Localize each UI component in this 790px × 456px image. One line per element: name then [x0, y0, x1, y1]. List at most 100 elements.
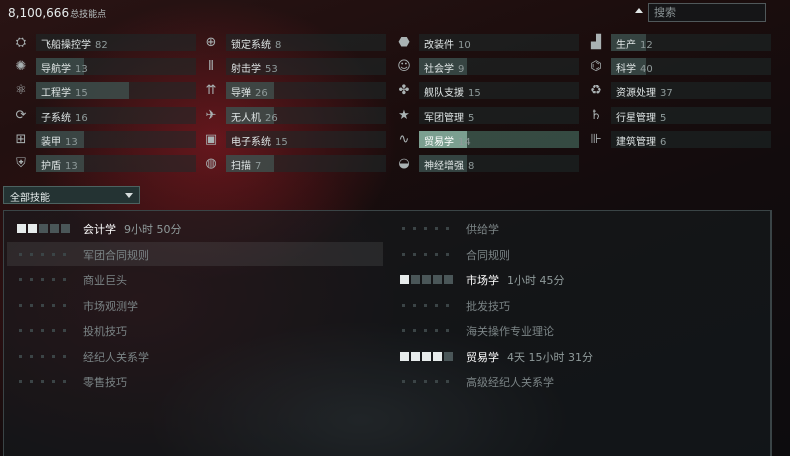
skill-level-pip: [30, 329, 33, 332]
skill-category[interactable]: ⛭ 飞船操控学 82: [10, 33, 196, 51]
subsystems-icon: ⟳: [15, 107, 27, 123]
skill-level-pip: [433, 275, 442, 284]
skill-category[interactable]: ⛨ 护盾 13: [10, 154, 196, 172]
category-progress-bar: 生产 12: [611, 34, 771, 51]
category-progress-bar: 导航学 13: [36, 58, 196, 75]
category-name: 建筑管理: [616, 137, 656, 148]
skill-level-pip: [435, 329, 438, 332]
skill-filter-dropdown[interactable]: 全部技能: [3, 186, 140, 204]
category-skill-count: 10: [458, 40, 471, 51]
skill-level-pip: [39, 224, 48, 233]
skill-level-pip: [413, 304, 416, 307]
skill-category[interactable]: ◒ 神经增强 8: [393, 154, 579, 172]
skill-level-pip: [50, 224, 59, 233]
skill-category[interactable]: ⚛ 工程学 15: [10, 81, 196, 99]
skill-category[interactable]: ⊞ 装甲 13: [10, 130, 196, 148]
skill-level-pip: [435, 227, 438, 230]
skill-row[interactable]: 高级经纪人关系学: [390, 369, 766, 393]
category-name: 子系统: [41, 113, 71, 124]
skill-row[interactable]: 投机技巧: [7, 318, 383, 342]
skill-row[interactable]: 供给学: [390, 216, 766, 240]
skill-row[interactable]: 海关操作专业理论: [390, 318, 766, 342]
skill-level-pip: [446, 380, 449, 383]
skill-level-pip: [52, 253, 55, 256]
search-input[interactable]: [648, 3, 766, 22]
shields-icon: ⛨: [16, 155, 26, 171]
category-progress-bar: 飞船操控学 82: [36, 34, 196, 51]
category-skill-count: 7: [255, 161, 262, 172]
skill-row[interactable]: 市场观测学: [7, 293, 383, 317]
skill-list-scrollbar[interactable]: [771, 210, 772, 456]
skill-category[interactable]: ⊕ 锁定系统 8: [200, 33, 386, 51]
category-name: 电子系统: [231, 137, 271, 148]
skill-category[interactable]: ▣ 电子系统 15: [200, 130, 386, 148]
skill-category[interactable]: ✤ 舰队支援 15: [393, 81, 579, 99]
skill-category[interactable]: ✺ 导航学 13: [10, 57, 196, 75]
skill-level-indicator: [17, 301, 77, 311]
skill-name: 会计学: [83, 223, 116, 236]
skill-level-pip: [446, 304, 449, 307]
skill-level-indicator: [400, 250, 460, 260]
category-skill-count: 37: [660, 88, 673, 99]
skill-row[interactable]: 经纪人关系学: [7, 344, 383, 368]
category-progress-bar: 装甲 13: [36, 131, 196, 148]
scanning-icon: ◍: [205, 155, 217, 171]
skill-level-pip: [63, 355, 66, 358]
skill-row[interactable]: 批发技巧: [390, 293, 766, 317]
skill-level-pip: [19, 278, 22, 281]
category-name: 导弹: [231, 88, 251, 99]
skill-row[interactable]: 商业巨头: [7, 267, 383, 291]
skill-category[interactable]: ⫴ 射击学 53: [200, 57, 386, 75]
skill-level-indicator: [17, 326, 77, 336]
category-name: 扫描: [231, 161, 251, 172]
skill-category[interactable]: ♄ 行星管理 5: [585, 106, 771, 124]
skill-row[interactable]: 合同规则: [390, 242, 766, 266]
skill-category[interactable]: ⬣ 改装件 10: [393, 33, 579, 51]
skill-level-pip: [30, 304, 33, 307]
category-progress-bar: 军团管理 5: [419, 107, 579, 124]
collapse-up-icon[interactable]: [634, 6, 644, 16]
skill-row[interactable]: 会计学 9小时 50分: [7, 216, 383, 240]
category-skill-count: 8: [275, 40, 282, 51]
skill-row[interactable]: 贸易学 4天 15小时 31分: [390, 344, 766, 368]
skill-level-pip: [422, 352, 431, 361]
skill-category[interactable]: ♻ 资源处理 37: [585, 81, 771, 99]
navigation-icon: ✺: [15, 58, 27, 74]
skill-category[interactable]: ⇈ 导弹 26: [200, 81, 386, 99]
skill-row[interactable]: 军团合同规则: [7, 242, 383, 266]
skill-category[interactable]: ▟ 生产 12: [585, 33, 771, 51]
skill-level-indicator: [17, 224, 77, 234]
skill-level-pip: [19, 355, 22, 358]
category-name: 社会学: [424, 64, 454, 75]
skill-category[interactable]: ☺ 社会学 9: [393, 57, 579, 75]
skill-level-pip: [63, 304, 66, 307]
category-progress-bar: 扫描 7: [226, 155, 386, 172]
skill-level-indicator: [400, 224, 460, 234]
skill-level-pip: [446, 227, 449, 230]
skill-name: 投机技巧: [83, 325, 127, 338]
skill-category[interactable]: ✈ 无人机 26: [200, 106, 386, 124]
neural-enhancement-icon: ◒: [398, 155, 410, 171]
total-skill-points-label: 总技能点: [70, 10, 107, 20]
skill-level-pip: [52, 380, 55, 383]
category-name: 神经增强: [424, 161, 464, 172]
category-progress-bar: 行星管理 5: [611, 107, 771, 124]
skill-category[interactable]: ◍ 扫描 7: [200, 154, 386, 172]
skill-level-pip: [17, 224, 26, 233]
skill-level-pip: [41, 329, 44, 332]
skill-row[interactable]: 零售技巧: [7, 369, 383, 393]
category-name: 装甲: [41, 137, 61, 148]
skill-level-indicator: [17, 352, 77, 362]
skill-category[interactable]: ⟳ 子系统 16: [10, 106, 196, 124]
category-name: 军团管理: [424, 113, 464, 124]
skill-list-panel: 会计学 9小时 50分 供给学 军团合同规则 合同规则 商业巨头 市场学 1小时 45分 市场观…: [3, 210, 771, 456]
chevron-down-icon: [125, 193, 133, 198]
skill-category[interactable]: ★ 军团管理 5: [393, 106, 579, 124]
category-name: 生产: [616, 40, 636, 51]
skill-category[interactable]: ⊪ 建筑管理 6: [585, 130, 771, 148]
skill-category[interactable]: ⌬ 科学 40: [585, 57, 771, 75]
skill-level-pip: [402, 227, 405, 230]
skill-category[interactable]: ∿ 贸易学 14: [393, 130, 579, 148]
skill-level-pip: [446, 253, 449, 256]
skill-row[interactable]: 市场学 1小时 45分: [390, 267, 766, 291]
